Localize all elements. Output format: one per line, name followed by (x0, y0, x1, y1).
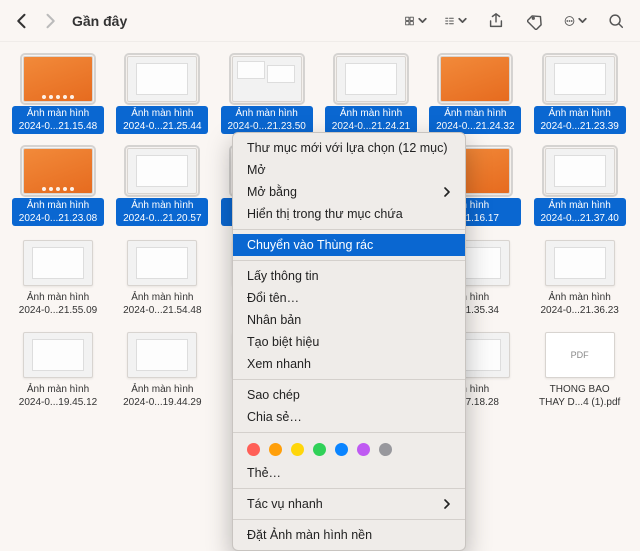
menu-separator (233, 379, 465, 380)
file-label: Ảnh màn hình2024-0...21.20.57 (116, 198, 208, 226)
file-label: Ảnh màn hình2024-0...21.25.44 (116, 106, 208, 134)
tag-yellow[interactable] (291, 443, 304, 456)
file-thumbnail[interactable] (23, 56, 93, 102)
menu-new-folder[interactable]: Thư mục mới với lựa chọn (12 mục) (233, 137, 465, 159)
view-mode-button[interactable] (404, 9, 428, 33)
file-label: Ảnh màn hình2024-0...21.23.08 (12, 198, 104, 226)
chevron-right-icon (443, 187, 451, 197)
file-label: Ảnh màn hình2024-0...19.44.29 (116, 382, 208, 410)
file-thumbnail[interactable] (545, 56, 615, 102)
menu-share[interactable]: Chia sẻ… (233, 406, 465, 428)
file-thumbnail[interactable] (23, 240, 93, 286)
file-label: THONG BAOTHAY D...4 (1).pdf (534, 382, 626, 410)
file-thumbnail[interactable] (23, 332, 93, 378)
file-label: Ảnh màn hình2024-0...21.24.32 (429, 106, 521, 134)
menu-open-with[interactable]: Mở bằng (233, 181, 465, 203)
toolbar: Gần đây (0, 0, 640, 42)
tag-blue[interactable] (335, 443, 348, 456)
file-item[interactable]: Ảnh màn hình2024-0...21.20.57 (114, 148, 210, 226)
chevron-down-icon (457, 12, 468, 30)
menu-separator (233, 432, 465, 433)
menu-set-wallpaper[interactable]: Đặt Ảnh màn hình nền (233, 524, 465, 546)
file-thumbnail[interactable] (545, 148, 615, 194)
file-label: Ảnh màn hình2024-0...21.37.40 (534, 198, 626, 226)
file-item[interactable]: Ảnh màn hình2024-0...21.24.32 (427, 56, 523, 134)
menu-quicklook[interactable]: Xem nhanh (233, 353, 465, 375)
file-thumbnail[interactable] (545, 240, 615, 286)
file-item[interactable]: Ảnh màn hình2024-0...19.44.29 (114, 332, 210, 410)
tag-red[interactable] (247, 443, 260, 456)
menu-tags[interactable]: Thẻ… (233, 462, 465, 484)
menu-tag-row[interactable] (233, 437, 465, 462)
menu-quick-actions[interactable]: Tác vụ nhanh (233, 493, 465, 515)
menu-separator (233, 260, 465, 261)
group-button[interactable] (444, 9, 468, 33)
file-label: Ảnh màn hình2024-0...21.15.48 (12, 106, 104, 134)
file-item[interactable]: Ảnh màn hình2024-0...21.24.21 (323, 56, 419, 134)
menu-separator (233, 519, 465, 520)
file-label: Ảnh màn hình2024-0...21.23.39 (534, 106, 626, 134)
file-label: Ảnh màn hình2024-0...21.23.50 (221, 106, 313, 134)
chevron-right-icon (443, 499, 451, 509)
file-thumbnail[interactable] (440, 56, 510, 102)
tag-purple[interactable] (357, 443, 370, 456)
tag-green[interactable] (313, 443, 326, 456)
tag-orange[interactable] (269, 443, 282, 456)
file-thumbnail[interactable] (127, 148, 197, 194)
back-button[interactable] (12, 11, 32, 31)
tag-gray[interactable] (379, 443, 392, 456)
file-label: Ảnh màn hình2024-0...21.36.23 (534, 290, 626, 318)
file-item[interactable]: Ảnh màn hình2024-0...21.55.09 (10, 240, 106, 318)
share-button[interactable] (484, 9, 508, 33)
file-item[interactable]: Ảnh màn hình2024-0...21.23.08 (10, 148, 106, 226)
menu-separator (233, 488, 465, 489)
file-item[interactable]: Ảnh màn hình2024-0...19.45.12 (10, 332, 106, 410)
file-item[interactable]: Ảnh màn hình2024-0...21.54.48 (114, 240, 210, 318)
menu-move-to-trash[interactable]: Chuyển vào Thùng rác (233, 234, 465, 256)
tags-button[interactable] (524, 9, 548, 33)
file-item[interactable]: Ảnh màn hình2024-0...21.36.23 (532, 240, 628, 318)
menu-separator (233, 229, 465, 230)
file-item[interactable]: Ảnh màn hình2024-0...21.23.50 (219, 56, 315, 134)
context-menu: Thư mục mới với lựa chọn (12 mục) Mở Mở … (232, 132, 466, 551)
file-label: Ảnh màn hình2024-0...19.45.12 (12, 382, 104, 410)
forward-button[interactable] (40, 11, 60, 31)
file-thumbnail[interactable] (232, 56, 302, 102)
menu-rename[interactable]: Đổi tên… (233, 287, 465, 309)
menu-duplicate[interactable]: Nhân bản (233, 309, 465, 331)
menu-open[interactable]: Mở (233, 159, 465, 181)
file-item[interactable]: Ảnh màn hình2024-0...21.23.39 (532, 56, 628, 134)
file-thumbnail[interactable] (336, 56, 406, 102)
file-thumbnail[interactable]: PDF (545, 332, 615, 378)
file-thumbnail[interactable] (127, 240, 197, 286)
window-title: Gần đây (72, 13, 127, 29)
file-item[interactable]: Ảnh màn hình2024-0...21.37.40 (532, 148, 628, 226)
more-button[interactable] (564, 9, 588, 33)
chevron-down-icon (577, 12, 588, 30)
file-thumbnail[interactable] (127, 56, 197, 102)
file-label: Ảnh màn hình2024-0...21.24.21 (325, 106, 417, 134)
menu-copy[interactable]: Sao chép (233, 384, 465, 406)
file-label: Ảnh màn hình2024-0...21.54.48 (116, 290, 208, 318)
menu-alias[interactable]: Tạo biệt hiệu (233, 331, 465, 353)
menu-get-info[interactable]: Lấy thông tin (233, 265, 465, 287)
file-item[interactable]: PDF THONG BAOTHAY D...4 (1).pdf (532, 332, 628, 410)
file-label: Ảnh màn hình2024-0...21.55.09 (12, 290, 104, 318)
file-thumbnail[interactable] (23, 148, 93, 194)
file-item[interactable]: Ảnh màn hình2024-0...21.15.48 (10, 56, 106, 134)
search-button[interactable] (604, 9, 628, 33)
file-item[interactable]: Ảnh màn hình2024-0...21.25.44 (114, 56, 210, 134)
menu-show-in-folder[interactable]: Hiển thị trong thư mục chứa (233, 203, 465, 225)
file-thumbnail[interactable] (127, 332, 197, 378)
chevron-down-icon (417, 12, 428, 30)
